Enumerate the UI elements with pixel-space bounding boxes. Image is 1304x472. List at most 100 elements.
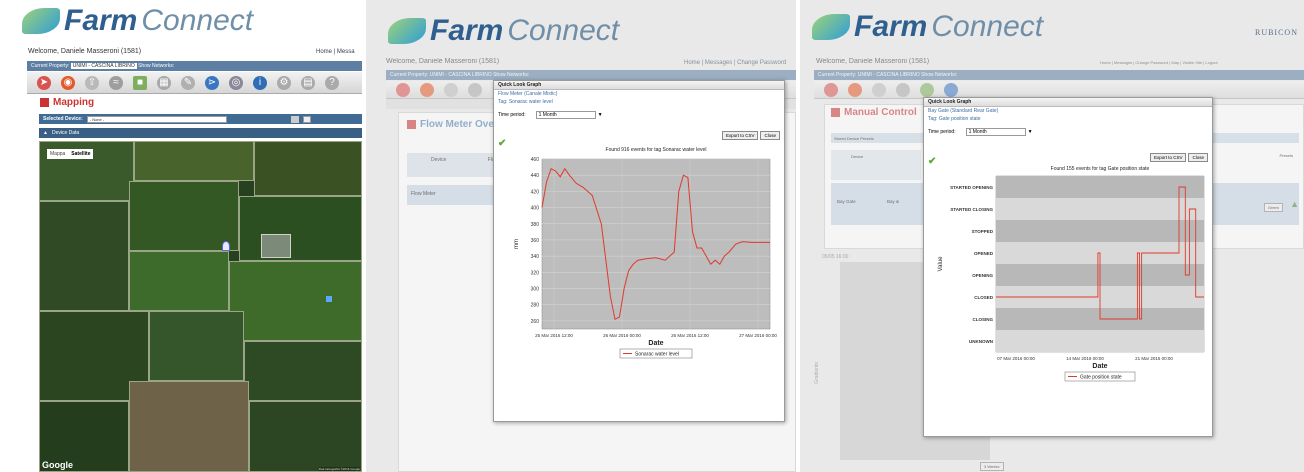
property-label: Current Property: [818, 72, 857, 78]
y-tick-label: UNKNOWN [969, 339, 993, 344]
time-period-select[interactable]: 1 Month [535, 111, 596, 119]
y-tick-label: 340 [531, 254, 540, 260]
tree-icon: ▲ [1290, 199, 1299, 209]
close-button[interactable]: Close [760, 131, 780, 140]
property-select[interactable]: UNIMI - CASCINA LIBRINO [430, 72, 492, 78]
section-icon [40, 98, 49, 107]
network-icon[interactable]: ⋗ [205, 75, 219, 90]
field-parcel [254, 141, 362, 196]
tab-map[interactable]: Mappa [47, 149, 68, 159]
screenshot-manual-control: Farm Connect RUBICON Welcome, Daniele Mas… [800, 0, 1304, 472]
y-tick-label: 360 [531, 238, 540, 244]
section-title: Flow Meter Overvi [407, 119, 506, 130]
map-icon[interactable]: ■ [133, 75, 147, 90]
dialog-title: Quick Look Graph [928, 99, 972, 105]
target-icon[interactable] [848, 82, 862, 97]
time-period-select[interactable]: 1 Month [965, 128, 1026, 136]
section-icon [407, 120, 416, 129]
logo-farm: Farm [64, 4, 138, 37]
y-tick-label: STOPPED [972, 229, 994, 234]
chevron-down-icon[interactable]: ▼ [598, 112, 603, 118]
category-band [996, 176, 1204, 198]
back-icon[interactable] [396, 82, 410, 97]
grid-icon[interactable]: ▦ [157, 75, 171, 90]
y-tick-label: CLOSING [972, 317, 993, 322]
gate-marker-icon[interactable] [326, 296, 332, 302]
stored-device-label: Stored Device Presets [834, 136, 874, 141]
target-icon[interactable]: ◉ [61, 75, 75, 90]
show-networks[interactable]: Show Networks: [921, 72, 957, 78]
satellite-map[interactable]: Mappa Satellite Google Dati cartografici… [39, 141, 362, 472]
column-device[interactable]: Device [431, 157, 446, 163]
farmconnect-logo: Farm Connect [22, 4, 253, 38]
network-icon[interactable] [944, 82, 958, 97]
time-period-label: Time period: [928, 129, 956, 135]
show-networks[interactable]: Show Networks: [138, 63, 174, 69]
field-parcel [129, 251, 229, 311]
welcome-text: Welcome, Daniele Masseroni (1581) [28, 48, 142, 55]
row-action-button[interactable]: Green [1263, 203, 1283, 212]
column-presets[interactable]: Presets [1279, 153, 1293, 158]
close-button[interactable]: Close [1188, 153, 1208, 162]
export-csv-button[interactable]: Export to CSV [1149, 153, 1187, 162]
top-links[interactable]: Home | Messages | Change Password | Map … [1100, 60, 1218, 65]
tab-satellite[interactable]: Satellite [68, 149, 93, 159]
compass-icon[interactable]: ◎ [229, 75, 243, 90]
x-tick-label: 21 Mar 2016 00:00 [1135, 356, 1173, 361]
property-bar: Current Property: UNIMI - CASCINA LIBRIN… [814, 70, 1304, 80]
chart-icon[interactable]: ≈ [109, 75, 123, 90]
refresh-icon[interactable] [302, 115, 311, 123]
section-icon [831, 108, 840, 117]
map-icon[interactable] [920, 82, 934, 97]
property-select[interactable]: UNIMI - CASCINA LIBRINO [858, 72, 920, 78]
zoom-icon[interactable] [290, 115, 299, 123]
weeks-button[interactable]: 3 Weeks [980, 462, 1004, 471]
target-icon[interactable] [420, 82, 434, 97]
device-data-bar[interactable]: ▲ Device Data [39, 128, 362, 138]
left-axis-label: Gradients [813, 362, 820, 384]
upload-icon[interactable] [444, 82, 458, 97]
y-tick-label: OPENED [974, 251, 994, 256]
chevron-down-icon[interactable]: ▼ [1028, 129, 1033, 135]
x-tick-label: 07 Mar 2016 00:00 [997, 356, 1035, 361]
logo-farm: Farm [430, 14, 504, 47]
document-icon[interactable]: ▤ [301, 75, 315, 90]
table-header[interactable]: Device [831, 150, 921, 180]
back-icon[interactable] [824, 82, 838, 97]
top-links[interactable]: Home | Messages | Change Password [684, 60, 786, 66]
property-select[interactable]: UNIMI - CASCINA LIBRINO [70, 63, 137, 69]
field-parcel [239, 196, 362, 261]
tools-icon[interactable]: ⚙ [277, 75, 291, 90]
selected-device-select[interactable]: - None - [86, 115, 227, 123]
logo-connect: Connect [141, 4, 254, 37]
upload-icon[interactable] [872, 82, 886, 97]
info-icon[interactable]: i [253, 75, 267, 90]
export-csv-button[interactable]: Export to CSV [721, 131, 759, 140]
top-links[interactable]: Home | Messa [316, 49, 355, 55]
leaf-icon [22, 8, 60, 34]
field-parcel [229, 261, 362, 341]
row-device: Flow Meter [411, 191, 436, 197]
x-axis-label: Date [1092, 363, 1107, 370]
logo-farm: Farm [854, 10, 928, 43]
screenshot-mapping: Farm Connect Welcome, Daniele Masseroni (… [0, 0, 362, 472]
back-icon[interactable]: ➤ [37, 75, 51, 90]
field-parcel [134, 141, 254, 181]
device-marker-icon[interactable] [222, 241, 230, 251]
show-networks[interactable]: Show Networks: [493, 72, 529, 78]
chart-title: Found 155 events for tag Gate position s… [1051, 166, 1150, 172]
chart-icon[interactable] [468, 82, 482, 97]
main-toolbar: ➤ ◉ ⇧ ≈ ■ ▦ ✎ ⋗ ◎ i ⚙ ▤ ? [27, 72, 362, 94]
legend-label: Gate position state [1080, 375, 1122, 381]
device-data-label: Device Data [51, 130, 80, 136]
upload-icon[interactable]: ⇧ [85, 75, 99, 90]
time-period-row: Time period: 1 Month ▼ [924, 126, 1212, 138]
chart-icon[interactable] [896, 82, 910, 97]
welcome-text: Welcome, Daniele Masseroni (1581) [386, 58, 500, 65]
dialog-device: Bay Gate (Standard Rear Gate) [928, 108, 999, 114]
pencil-icon[interactable]: ✎ [181, 75, 195, 90]
y-tick-label: 300 [531, 287, 540, 293]
x-tick-label: 25 Mar 2016 12:00 [535, 333, 573, 338]
y-tick-label: 400 [531, 206, 540, 212]
help-icon[interactable]: ? [325, 75, 339, 90]
